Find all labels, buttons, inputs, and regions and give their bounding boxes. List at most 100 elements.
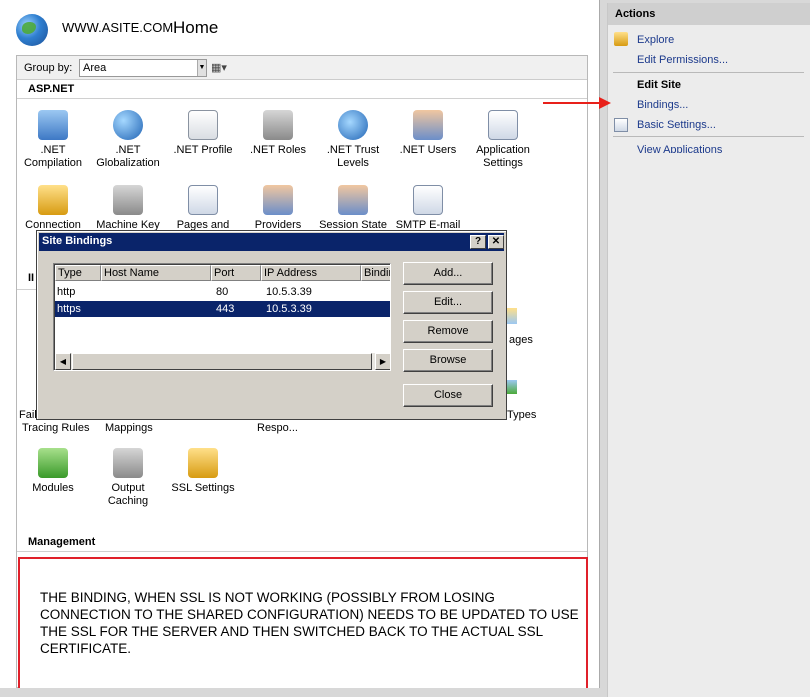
- bindings-list[interactable]: Type Host Name Port IP Address Bindin ht…: [53, 263, 391, 371]
- view-mode-icon[interactable]: ▦▾: [211, 59, 235, 77]
- feature-dotnet-users[interactable]: .NET Users: [391, 110, 465, 157]
- machine-key-icon: [113, 185, 143, 215]
- bindings-link[interactable]: Bindings...: [637, 99, 688, 111]
- scroll-right-icon[interactable]: ▶: [375, 353, 390, 370]
- binding-ip: 10.5.3.39: [266, 286, 312, 298]
- help-button[interactable]: ?: [470, 235, 486, 249]
- dotnet-compilation-icon: [38, 110, 68, 140]
- actions-title: Actions: [615, 8, 656, 20]
- site-globe-icon: [16, 14, 48, 46]
- error-pages-icon: [507, 308, 517, 324]
- browse-button[interactable]: Browse: [403, 349, 493, 372]
- feature-output-caching[interactable]: Output Caching: [91, 448, 165, 508]
- basic-settings-icon: [614, 118, 628, 132]
- section-divider: [17, 98, 587, 99]
- column-header-port[interactable]: Port: [211, 265, 261, 281]
- feature-tracing-rules-label[interactable]: Tracing Rules: [22, 422, 89, 434]
- dotnet-globalization-icon: [113, 110, 143, 140]
- section-divider: [17, 551, 587, 552]
- binding-ip: 10.5.3.39: [266, 303, 312, 315]
- feature-providers[interactable]: Providers: [241, 185, 315, 232]
- table-row-selected[interactable]: https 443 10.5.3.39: [55, 301, 390, 317]
- dialog-titlebar[interactable]: Site Bindings ? ✕: [39, 233, 504, 251]
- feature-modules[interactable]: Modules: [16, 448, 90, 495]
- feature-machine-key[interactable]: Machine Key: [91, 185, 165, 232]
- feature-error-pages-label[interactable]: ages: [509, 334, 533, 346]
- lock-icon: [188, 448, 218, 478]
- feature-smtp-email[interactable]: SMTP E-mail: [391, 185, 465, 232]
- column-header-binding[interactable]: Bindin: [361, 265, 390, 281]
- group-by-toolbar: Group by: Area ▼ ▦▾: [17, 56, 587, 80]
- annotation-arrow: [543, 102, 601, 104]
- feature-dotnet-globalization[interactable]: .NET Globalization: [91, 110, 165, 170]
- edit-button[interactable]: Edit...: [403, 291, 493, 314]
- feature-mime-types-label[interactable]: Types: [507, 409, 536, 421]
- feature-pages-and-controls[interactable]: Pages and: [166, 185, 240, 232]
- feature-connection-strings[interactable]: Connection: [16, 185, 90, 232]
- feature-dotnet-roles[interactable]: .NET Roles: [241, 110, 315, 157]
- chevron-down-icon[interactable]: ▼: [197, 60, 206, 76]
- pages-and-controls-icon: [188, 185, 218, 215]
- site-name: WWW.ASITE.COM: [62, 20, 174, 35]
- group-by-select[interactable]: Area ▼: [79, 59, 207, 77]
- section-header-aspnet: ASP.NET: [28, 83, 75, 95]
- group-by-label: Group by:: [24, 62, 73, 74]
- horizontal-scrollbar[interactable]: ◀ ▶: [55, 353, 390, 370]
- binding-port: 80: [216, 286, 229, 298]
- edit-permissions-link[interactable]: Edit Permissions...: [637, 54, 728, 66]
- bindings-list-header: Type Host Name Port IP Address Bindin: [55, 265, 390, 281]
- scroll-left-icon[interactable]: ◀: [55, 353, 71, 370]
- column-header-host-name[interactable]: Host Name: [101, 265, 211, 281]
- feature-dotnet-compilation[interactable]: .NET Compilation: [16, 110, 90, 170]
- scroll-thumb[interactable]: [72, 353, 372, 370]
- group-by-value: Area: [83, 62, 107, 74]
- site-bindings-dialog: Site Bindings ? ✕ Type Host Name Port IP…: [36, 230, 507, 420]
- actions-pane: Actions Explore Edit Permissions... Edit…: [607, 3, 810, 697]
- close-icon[interactable]: ✕: [488, 235, 504, 249]
- binding-port: 443: [216, 303, 235, 315]
- column-header-type[interactable]: Type: [55, 265, 101, 281]
- remove-button[interactable]: Remove: [403, 320, 493, 343]
- actions-divider: [613, 136, 804, 137]
- binding-type: https: [57, 303, 81, 315]
- page-header: WWW.ASITE.COM Home: [0, 0, 600, 55]
- feature-dotnet-trust-levels[interactable]: .NET Trust Levels: [316, 110, 390, 170]
- feature-ssl-settings[interactable]: SSL Settings: [166, 448, 240, 495]
- view-applications-link[interactable]: View Applications: [637, 144, 722, 153]
- annotation-note-box: THE BINDING, WHEN SSL IS NOT WORKING (PO…: [18, 557, 588, 691]
- feature-http-response-label[interactable]: Respo...: [257, 422, 298, 434]
- feature-handler-mappings-label[interactable]: Mappings: [105, 422, 153, 434]
- edit-site-header: Edit Site: [637, 79, 682, 91]
- binding-type: http: [57, 286, 76, 298]
- feature-session-state[interactable]: Session State: [316, 185, 390, 232]
- providers-icon: [263, 185, 293, 215]
- section-header-management: Management: [28, 536, 96, 548]
- annotation-note-text: THE BINDING, WHEN SSL IS NOT WORKING (PO…: [40, 590, 579, 656]
- page-title: Home: [173, 18, 219, 37]
- table-row[interactable]: http 80 10.5.3.39: [55, 284, 390, 300]
- actions-divider: [613, 72, 804, 73]
- basic-settings-link[interactable]: Basic Settings...: [637, 119, 716, 131]
- application-settings-icon: [488, 110, 518, 140]
- feature-dotnet-profile[interactable]: .NET Profile: [166, 110, 240, 157]
- dialog-title: Site Bindings: [42, 235, 113, 247]
- column-header-ip-address[interactable]: IP Address: [261, 265, 361, 281]
- connection-strings-icon: [38, 185, 68, 215]
- explore-link[interactable]: Explore: [637, 34, 674, 46]
- arrow-head-icon: [599, 97, 611, 109]
- actions-header: Actions: [608, 3, 810, 25]
- dotnet-profile-icon: [188, 110, 218, 140]
- status-strip: [0, 688, 600, 697]
- explore-folder-icon: [614, 32, 628, 46]
- dotnet-roles-icon: [263, 110, 293, 140]
- mime-types-icon: [507, 380, 517, 394]
- section-divider: [17, 289, 37, 290]
- feature-application-settings[interactable]: Application Settings: [466, 110, 540, 170]
- smtp-email-icon: [413, 185, 443, 215]
- modules-icon: [38, 448, 68, 478]
- add-button[interactable]: Add...: [403, 262, 493, 285]
- close-button[interactable]: Close: [403, 384, 493, 407]
- session-state-icon: [338, 185, 368, 215]
- section-header-iis: II: [28, 272, 35, 284]
- dotnet-users-icon: [413, 110, 443, 140]
